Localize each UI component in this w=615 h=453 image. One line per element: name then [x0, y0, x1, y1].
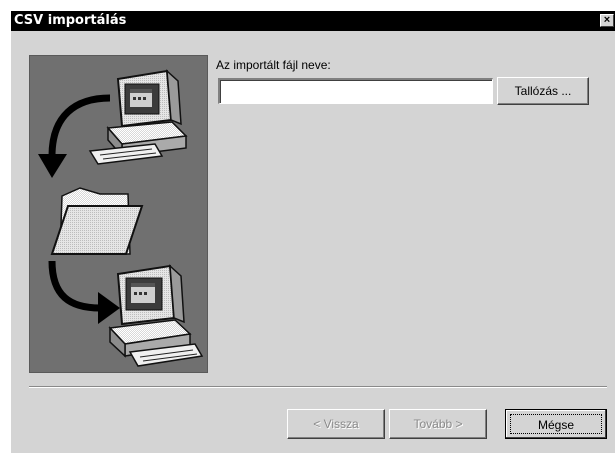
csv-import-dialog: CSV importálás × Az importált fájl neve:…	[10, 10, 615, 453]
close-icon: ×	[603, 14, 611, 26]
back-button[interactable]: < Vissza	[287, 409, 385, 439]
import-illustration-panel	[29, 55, 208, 373]
computer-icon	[88, 69, 188, 165]
curved-arrow-icon	[38, 94, 111, 178]
file-name-label: Az importált fájl neve:	[216, 58, 331, 72]
next-button[interactable]: Tovább >	[389, 409, 487, 439]
folder-icon	[50, 187, 144, 255]
title-bar[interactable]: CSV importálás ×	[11, 11, 615, 31]
close-button[interactable]: ×	[600, 14, 614, 27]
cancel-button[interactable]: Mégse	[505, 409, 607, 439]
window-title: CSV importálás	[14, 13, 127, 28]
curved-arrow-icon	[48, 260, 120, 324]
file-name-input[interactable]	[218, 78, 493, 104]
browse-button[interactable]: Tallózás ...	[497, 77, 589, 105]
separator	[29, 386, 607, 388]
import-illustration	[38, 69, 204, 367]
cancel-button-label: Mégse	[537, 418, 575, 432]
computer-icon	[108, 264, 204, 367]
